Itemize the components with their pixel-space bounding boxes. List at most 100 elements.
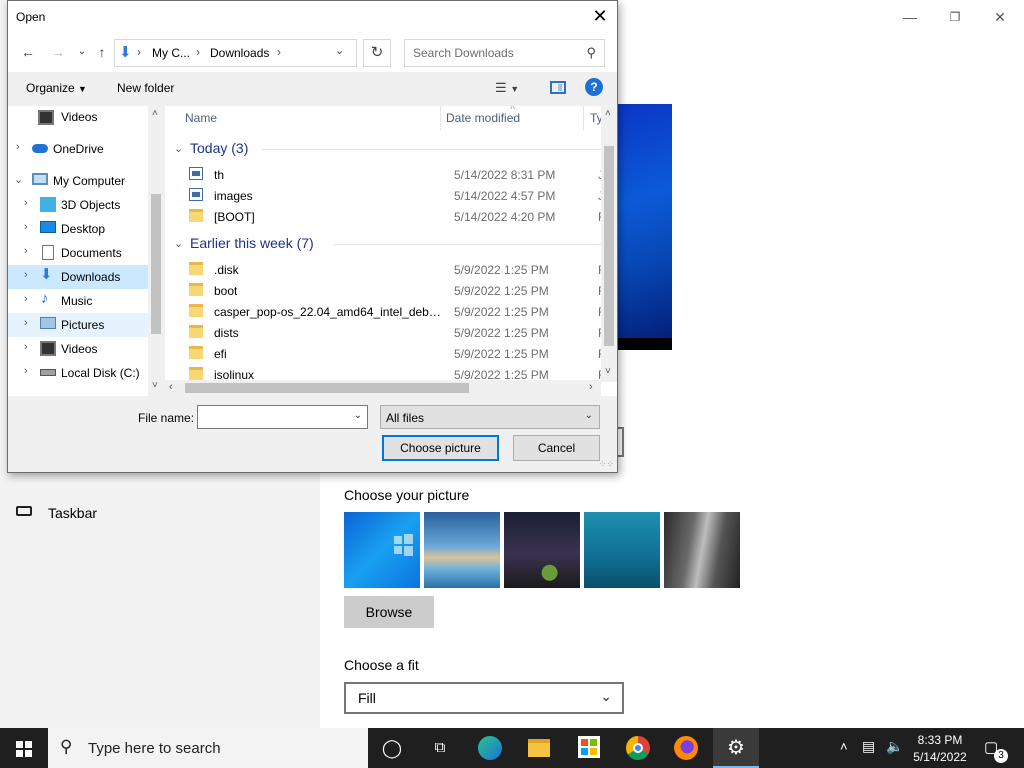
chevron-right-icon[interactable]: › (24, 197, 28, 209)
taskbar-search[interactable]: ⚲ Type here to search (48, 728, 368, 768)
restore-icon[interactable]: ❐ (945, 8, 965, 26)
chevron-down-icon[interactable]: ⌄ (14, 173, 23, 186)
scrollbar-thumb[interactable] (151, 194, 161, 334)
chevron-down-icon[interactable]: ⌄ (174, 237, 183, 250)
help-icon[interactable]: ? (585, 78, 603, 96)
nav-item-music[interactable]: › ♪ Music (8, 289, 148, 313)
back-arrow-icon[interactable]: ← (18, 42, 38, 62)
volume-icon[interactable]: 🔈 (886, 738, 903, 755)
chevron-right-icon[interactable]: › (24, 221, 28, 233)
new-folder-button[interactable]: New folder (117, 81, 174, 95)
clock-time[interactable]: 8:33 PM (916, 733, 964, 747)
settings-taskbar-button[interactable]: ⚙ (713, 728, 759, 768)
scroll-left-icon[interactable]: ‹ (169, 381, 173, 393)
nav-item-my-computer[interactable]: ⌄ My Computer (8, 169, 148, 193)
scroll-right-icon[interactable]: › (589, 381, 593, 393)
breadcrumb-item[interactable]: Downloads (210, 46, 269, 60)
column-header-date[interactable]: Date modified (446, 111, 520, 125)
chevron-down-icon[interactable]: ⌄ (335, 44, 344, 57)
forward-arrow-icon[interactable]: → (48, 42, 68, 62)
file-list-vertical-scrollbar[interactable]: ˄ ˅ (601, 106, 617, 382)
column-divider[interactable] (583, 106, 584, 130)
cancel-button[interactable]: Cancel (513, 435, 600, 461)
up-arrow-icon[interactable]: ↑ (92, 42, 112, 62)
nav-item-pictures[interactable]: › Pictures (8, 313, 148, 337)
resize-grip-icon[interactable]: ⁘⁘ (599, 459, 614, 470)
file-explorer-icon[interactable] (528, 739, 550, 757)
group-header[interactable]: Earlier this week (7) (190, 235, 314, 251)
scrollbar-thumb[interactable] (185, 383, 469, 393)
nav-item-downloads[interactable]: › ⬇ Downloads (8, 265, 148, 289)
file-row[interactable]: th 5/14/2022 8:31 PM JF (165, 164, 611, 185)
breadcrumb-item[interactable]: My C... (152, 46, 190, 60)
close-icon[interactable]: ✕ (589, 5, 611, 27)
file-type-select[interactable]: All files ⌄ (380, 405, 600, 429)
fit-select[interactable]: Fill ⌄ (344, 682, 624, 714)
file-row[interactable]: [BOOT] 5/14/2022 4:20 PM Fi (165, 206, 608, 227)
nav-item-desktop[interactable]: › Desktop (8, 217, 148, 241)
scroll-up-icon[interactable]: ˄ (605, 108, 611, 119)
file-row[interactable]: efi 5/9/2022 1:25 PM Fi (165, 343, 608, 364)
preview-pane-icon[interactable] (550, 81, 566, 94)
nav-pane-scrollbar[interactable]: ˄ ˅ (148, 106, 164, 396)
column-header-name[interactable]: Name (185, 111, 217, 125)
scroll-down-icon[interactable]: ˅ (152, 380, 158, 391)
nav-item-3d-objects[interactable]: › 3D Objects (8, 193, 148, 217)
chevron-right-icon[interactable]: › (24, 341, 28, 353)
file-list-horizontal-scrollbar[interactable]: ‹ › (165, 380, 601, 396)
nav-item-videos[interactable]: Videos (8, 106, 148, 130)
search-input[interactable] (405, 40, 577, 66)
clock-date[interactable]: 5/14/2022 (912, 750, 968, 764)
chrome-icon[interactable] (626, 736, 650, 760)
scroll-up-icon[interactable]: ˄ (152, 108, 158, 119)
chevron-right-icon[interactable]: › (24, 365, 28, 377)
start-button[interactable] (0, 728, 48, 768)
chevron-down-icon[interactable]: ⌄ (354, 410, 362, 421)
firefox-icon[interactable] (674, 736, 698, 760)
file-row[interactable]: casper_pop-os_22.04_amd64_intel_debug...… (165, 301, 608, 322)
scrollbar-thumb[interactable] (604, 146, 614, 346)
chevron-right-icon[interactable]: › (24, 293, 28, 305)
organize-button[interactable]: Organize ▼ (26, 81, 87, 95)
address-bar[interactable]: ⬇ › My C... › Downloads › ⌄ (114, 39, 357, 67)
minimize-icon[interactable]: — (900, 8, 920, 26)
task-view-icon[interactable]: ⧉ (428, 736, 452, 760)
store-icon[interactable] (578, 736, 600, 758)
nav-item-local-disk[interactable]: › Local Disk (C:) (8, 361, 148, 385)
chevron-right-icon[interactable]: › (24, 317, 28, 329)
scroll-down-icon[interactable]: ˅ (605, 366, 611, 377)
picture-thumbnail[interactable] (344, 512, 420, 588)
search-box[interactable]: ⚲ (404, 39, 605, 67)
column-divider[interactable] (440, 106, 441, 130)
chevron-up-icon[interactable]: ˄ (840, 739, 848, 754)
nav-item-onedrive[interactable]: › OneDrive (8, 137, 148, 161)
picture-thumbnail[interactable] (424, 512, 500, 588)
network-icon[interactable]: ▤ (862, 738, 875, 755)
recent-dropdown-icon[interactable]: ⌄ (72, 42, 92, 62)
chevron-down-icon[interactable]: ⌄ (174, 142, 183, 155)
chevron-right-icon[interactable]: › (24, 269, 28, 281)
cortana-icon[interactable]: ◯ (380, 736, 404, 760)
chevron-right-icon[interactable]: › (24, 245, 28, 257)
search-icon[interactable]: ⚲ (586, 45, 596, 61)
views-icon[interactable]: ☰ ▼ (495, 80, 519, 96)
refresh-icon[interactable]: ↻ (363, 39, 391, 67)
chevron-right-icon[interactable]: › (16, 141, 20, 153)
file-row[interactable]: dists 5/9/2022 1:25 PM Fi (165, 322, 608, 343)
file-row[interactable]: images 5/14/2022 4:57 PM JF (165, 185, 611, 206)
file-row[interactable]: boot 5/9/2022 1:25 PM Fi (165, 280, 608, 301)
close-window-icon[interactable]: ✕ (990, 8, 1010, 26)
nav-item-documents[interactable]: › Documents (8, 241, 148, 265)
choose-picture-button[interactable]: Choose picture (382, 435, 499, 461)
nav-item-videos[interactable]: › Videos (8, 337, 148, 361)
edge-icon[interactable] (478, 736, 502, 760)
file-name-input[interactable]: ⌄ (197, 405, 368, 429)
file-row[interactable]: .disk 5/9/2022 1:25 PM Fi (165, 259, 608, 280)
dialog-titlebar[interactable]: Open ✕ (8, 1, 617, 32)
browse-button[interactable]: Browse (344, 596, 434, 628)
picture-thumbnail[interactable] (664, 512, 740, 588)
nav-item-taskbar[interactable]: Taskbar (48, 505, 97, 521)
picture-thumbnail[interactable] (584, 512, 660, 588)
group-header[interactable]: Today (3) (190, 140, 248, 156)
picture-thumbnail[interactable] (504, 512, 580, 588)
